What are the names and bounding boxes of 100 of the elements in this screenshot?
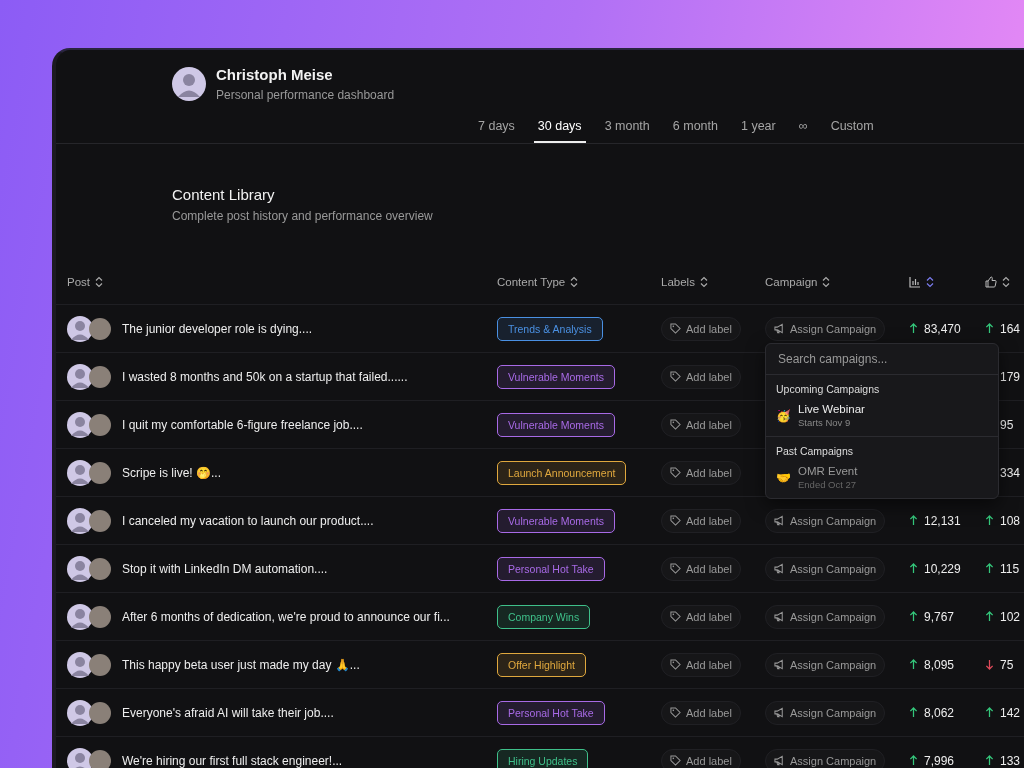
range-tab[interactable]: Custom	[826, 114, 878, 143]
add-label-button[interactable]: Add label	[661, 364, 741, 389]
campaign-search-field[interactable]: Search campaigns...	[766, 344, 998, 375]
column-header[interactable]: Labels	[661, 276, 708, 288]
post-title[interactable]: Everyone's afraid AI will take their job....	[122, 705, 334, 720]
assign-campaign-button[interactable]: Assign Campaign	[765, 556, 886, 581]
column-header[interactable]: Content Type	[497, 276, 579, 288]
thumbs-up-icon	[985, 276, 997, 288]
avatar	[67, 411, 93, 438]
assign-campaign-button[interactable]: Assign Campaign	[765, 652, 886, 677]
tag-icon	[670, 755, 681, 766]
emoji-icon: 🤝	[776, 470, 791, 485]
post-title[interactable]: We're hiring our first full stack engineer!...	[122, 753, 343, 768]
megaphone-icon	[774, 755, 785, 766]
post-title[interactable]: I canceled my vacation to launch our product....	[122, 513, 374, 528]
content-type-tag: Personal Hot Take	[497, 556, 605, 581]
post-title[interactable]: I wasted 8 months and 50k on a startup that failed......	[122, 369, 408, 384]
range-tab[interactable]: 6 month	[668, 114, 722, 143]
profile-name: Christoph Meise	[216, 66, 334, 83]
sort-icon	[699, 276, 708, 288]
likes-count: 95	[1000, 417, 1014, 432]
likes-count: 164	[1000, 321, 1021, 336]
megaphone-icon	[774, 659, 785, 670]
likes-count: 179	[1000, 369, 1021, 384]
content-type-tag: Trends & Analysis	[497, 316, 603, 341]
sort-icon	[822, 276, 831, 288]
range-tab[interactable]: 30 days	[533, 114, 586, 143]
column-header[interactable]	[909, 276, 934, 288]
add-label-button[interactable]: Add label	[661, 700, 741, 725]
post-image	[89, 365, 111, 388]
tag-icon	[670, 323, 681, 334]
views-count: 12,131	[924, 513, 961, 528]
post-image	[89, 557, 111, 580]
views-count: 8,062	[924, 705, 955, 720]
column-header[interactable]	[985, 276, 1010, 288]
content-type-tag: Launch Announcement	[497, 460, 627, 485]
assign-campaign-button[interactable]: Assign Campaign	[765, 604, 886, 629]
post-title[interactable]: This happy beta user just made my day 🙏...	[122, 657, 360, 672]
range-tab[interactable]: ∞	[794, 114, 812, 143]
tag-icon	[670, 419, 681, 430]
megaphone-icon	[774, 323, 785, 334]
avatar	[67, 747, 93, 768]
avatar	[67, 363, 93, 390]
tag-icon	[670, 515, 681, 526]
emoji-icon: 🥳	[776, 408, 791, 423]
tag-icon	[670, 467, 681, 478]
section-title: Content Library	[172, 186, 276, 203]
post-image	[89, 653, 111, 676]
avatar	[67, 699, 93, 726]
add-label-button[interactable]: Add label	[661, 460, 741, 485]
post-title[interactable]: The junior developer role is dying....	[122, 321, 313, 336]
avatar	[172, 67, 206, 101]
sort-icon	[926, 276, 934, 288]
content-type-tag: Personal Hot Take	[497, 700, 605, 725]
views-count: 83,470	[924, 321, 961, 336]
avatar	[67, 459, 93, 486]
add-label-button[interactable]: Add label	[661, 604, 741, 629]
post-title[interactable]: After 6 months of dedication, we're proud to announce our fi...	[122, 609, 450, 624]
add-label-button[interactable]: Add label	[661, 556, 741, 581]
post-image	[89, 317, 111, 340]
likes-count: 133	[1000, 753, 1021, 768]
add-label-button[interactable]: Add label	[661, 316, 741, 341]
column-header[interactable]: Post	[67, 276, 103, 288]
views-count: 8,095	[924, 657, 955, 672]
post-title[interactable]: Stop it with LinkedIn DM automation....	[122, 561, 328, 576]
content-type-tag: Hiring Updates	[497, 748, 589, 768]
assign-campaign-button[interactable]: Assign Campaign	[765, 700, 886, 725]
post-title[interactable]: I quit my comfortable 6-figure freelance job....	[122, 417, 363, 432]
post-title[interactable]: Scripe is live! 🤭...	[122, 465, 222, 480]
tag-icon	[670, 563, 681, 574]
likes-count: 334	[1000, 465, 1021, 480]
add-label-button[interactable]: Add label	[661, 412, 741, 437]
megaphone-icon	[774, 707, 785, 718]
profile-subtitle: Personal performance dashboard	[216, 88, 395, 102]
add-label-button[interactable]: Add label	[661, 652, 741, 677]
column-header[interactable]: Campaign	[765, 276, 831, 288]
bar-chart-icon	[909, 276, 921, 288]
avatar	[67, 315, 93, 342]
views-count: 7,996	[924, 753, 955, 768]
assign-campaign-button[interactable]: Assign Campaign	[765, 748, 886, 768]
range-tab[interactable]: 1 year	[736, 114, 780, 143]
likes-count: 108	[1000, 513, 1021, 528]
megaphone-icon	[774, 611, 785, 622]
likes-count: 115	[1000, 561, 1020, 576]
tag-icon	[670, 659, 681, 670]
assign-campaign-button[interactable]: Assign Campaign	[765, 508, 886, 533]
add-label-button[interactable]: Add label	[661, 748, 741, 768]
add-label-button[interactable]: Add label	[661, 508, 741, 533]
menu-group-title: Upcoming Campaigns	[775, 383, 881, 397]
megaphone-icon	[774, 515, 785, 526]
post-image	[89, 605, 111, 628]
range-tab[interactable]: 7 days	[474, 114, 519, 143]
avatar	[67, 651, 93, 678]
post-image	[89, 461, 111, 484]
likes-count: 142	[1000, 705, 1021, 720]
content-type-tag: Company Wins	[497, 604, 591, 629]
range-tab[interactable]: 3 month	[600, 114, 654, 143]
avatar	[67, 555, 93, 582]
sort-icon	[1002, 276, 1010, 288]
assign-campaign-button[interactable]: Assign Campaign	[765, 316, 886, 341]
